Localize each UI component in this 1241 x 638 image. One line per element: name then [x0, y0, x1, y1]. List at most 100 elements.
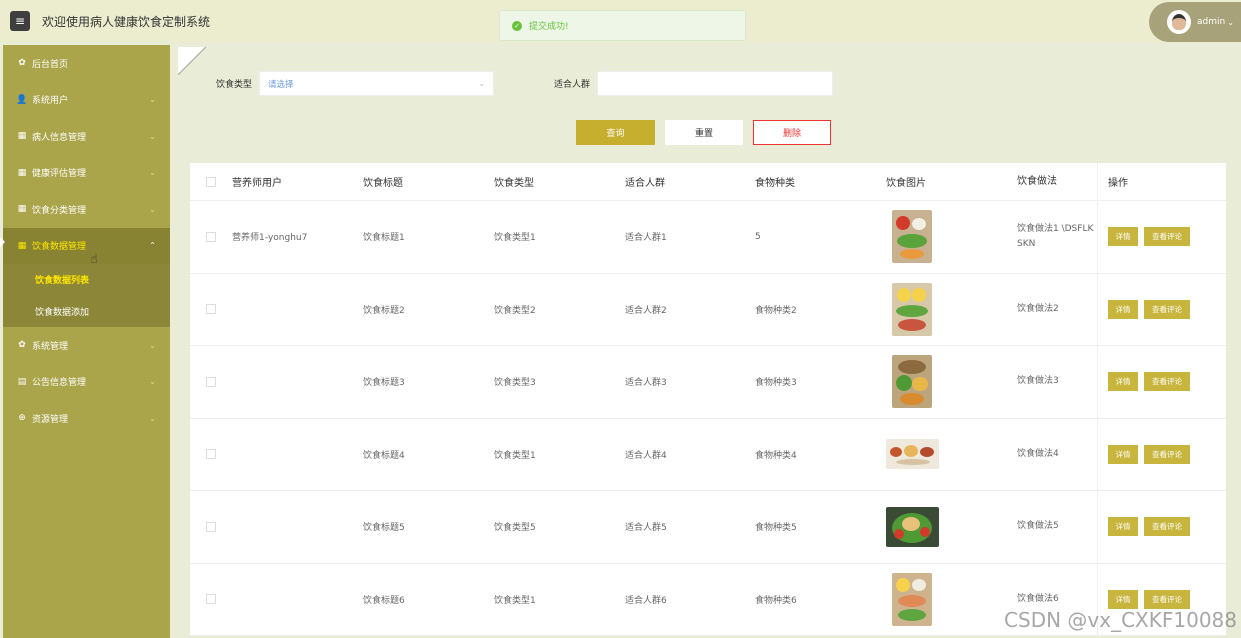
home-icon: ✿ — [18, 58, 26, 69]
table-row: 饮食标题5 饮食类型5 适合人群5 食物种类5 饮食做法5 详情 查看评论 — [190, 491, 1226, 564]
cell-kind: 食物种类2 — [755, 305, 797, 316]
chevron-down-icon: ⌄ — [149, 131, 156, 141]
delete-button[interactable]: 删除 — [753, 120, 831, 145]
column-header: 操作 — [1097, 163, 1227, 200]
detail-button[interactable]: 详情 — [1108, 299, 1138, 319]
sidebar-item-diet-data[interactable]: ▦ 饮食数据管理 ⌃ — [0, 227, 170, 264]
gear-icon: ✿ — [18, 340, 26, 351]
cell-user: 营养师1-yonghu7 — [232, 233, 308, 244]
crowd-input[interactable] — [597, 71, 834, 96]
diet-type-select[interactable]: 请选择 ⌄ — [259, 71, 495, 96]
sidebar-submenu: 饮食数据列表 饮食数据添加 — [3, 264, 170, 327]
row-checkbox[interactable] — [206, 376, 216, 387]
sidebar-item-system-management[interactable]: ✿ 系统管理 ⌄ — [3, 327, 170, 364]
detail-button[interactable]: 详情 — [1108, 444, 1138, 464]
sidebar-item-label: 饮食分类管理 — [32, 205, 87, 216]
sidebar-item-system-users[interactable]: 👤 系统用户 ⌄ — [3, 82, 170, 119]
cell-crowd: 适合人群1 — [625, 233, 667, 244]
cell-crowd: 适合人群6 — [625, 595, 667, 606]
sidebar-item-label: 健康评估管理 — [32, 169, 87, 180]
cell-kind: 食物种类3 — [755, 378, 797, 389]
sidebar: ✿ 后台首页 👤 系统用户 ⌄ ▦ 病人信息管理 ⌄ ▦ 健康评估管理 ⌄ ▦ … — [0, 45, 170, 638]
cell-kind: 食物种类6 — [755, 595, 797, 606]
view-reviews-button[interactable]: 查看评论 — [1144, 372, 1190, 392]
grid-icon: ▦ — [17, 167, 27, 178]
row-checkbox[interactable] — [206, 231, 216, 242]
chevron-down-icon: ⌄ — [149, 340, 156, 350]
salad-bowl-icon[interactable] — [886, 506, 939, 547]
detail-button[interactable]: 详情 — [1108, 372, 1138, 392]
action-buttons: 查询 重置 删除 — [576, 120, 841, 145]
view-reviews-button[interactable]: 查看评论 — [1144, 589, 1190, 609]
sidebar-item-announcements[interactable]: ▤ 公告信息管理 ⌄ — [3, 364, 170, 401]
cell-crowd: 适合人群4 — [625, 450, 667, 461]
row-checkbox[interactable] — [206, 521, 216, 532]
cell-title: 饮食标题3 — [363, 378, 405, 389]
watermark: CSDN @vx_CXKF10088 — [1004, 608, 1237, 632]
meal-box-icon[interactable] — [892, 355, 932, 409]
plus-circle-icon: ⊕ — [18, 413, 26, 424]
detail-button[interactable]: 详情 — [1108, 589, 1138, 609]
cell-method: 饮食做法1 \DSFLKSKN — [1017, 223, 1094, 249]
cell-crowd: 适合人群2 — [625, 305, 667, 316]
sidebar-subitem-diet-list[interactable]: 饮食数据列表 — [3, 264, 170, 296]
sidebar-item-label: 系统管理 — [32, 341, 69, 352]
row-checkbox[interactable] — [206, 449, 216, 460]
cell-type: 饮食类型1 — [494, 595, 536, 606]
app-title: 欢迎使用病人健康饮食定制系统 — [42, 14, 211, 29]
chevron-down-icon: ⌄ — [1227, 17, 1234, 27]
column-header: 饮食做法 — [1017, 176, 1057, 187]
sidebar-item-label: 资源管理 — [32, 414, 69, 425]
diet-type-label: 饮食类型 — [216, 80, 253, 90]
meal-box-icon[interactable] — [892, 572, 932, 626]
sidebar-item-health-assessment[interactable]: ▦ 健康评估管理 ⌄ — [3, 155, 170, 192]
cell-method: 饮食做法4 — [1017, 448, 1059, 459]
table-row: 饮食标题3 饮食类型3 适合人群3 食物种类3 饮食做法3 详情 查看评论 — [190, 346, 1226, 419]
meal-box-icon[interactable] — [892, 282, 932, 336]
row-checkbox[interactable] — [206, 304, 216, 315]
diet-data-table: 营养师用户 饮食标题 饮食类型 适合人群 食物种类 饮食图片 饮食做法 操作 营… — [190, 163, 1226, 636]
user-menu[interactable]: admin ⌄ — [1149, 2, 1241, 42]
cell-crowd: 适合人群5 — [625, 523, 667, 534]
sidebar-item-diet-category[interactable]: ▦ 饮食分类管理 ⌄ — [3, 191, 170, 228]
menu-icon[interactable]: ≡ — [10, 11, 30, 31]
chevron-down-icon: ⌄ — [149, 413, 156, 423]
cell-method: 饮食做法3 — [1017, 376, 1059, 387]
view-reviews-button[interactable]: 查看评论 — [1144, 227, 1190, 247]
query-button[interactable]: 查询 — [576, 120, 655, 145]
sidebar-item-label: 病人信息管理 — [32, 132, 87, 143]
detail-button[interactable]: 详情 — [1108, 517, 1138, 537]
table-row: 饮食标题2 饮食类型2 适合人群2 食物种类2 饮食做法2 详情 查看评论 — [190, 273, 1226, 346]
table-row: 饮食标题4 饮食类型1 适合人群4 食物种类4 饮食做法4 详情 查看评论 — [190, 418, 1226, 491]
username: admin — [1197, 17, 1226, 27]
chevron-down-icon: ⌄ — [149, 204, 156, 214]
meal-tray-icon[interactable] — [886, 439, 939, 470]
sidebar-subitem-diet-add[interactable]: 饮食数据添加 — [3, 296, 170, 328]
sidebar-item-home[interactable]: ✿ 后台首页 — [3, 45, 170, 82]
cell-kind: 食物种类4 — [755, 450, 797, 461]
detail-button[interactable]: 详情 — [1108, 227, 1138, 247]
sidebar-item-resources[interactable]: ⊕ 资源管理 ⌄ — [3, 400, 170, 437]
cell-method: 饮食做法2 — [1017, 303, 1059, 314]
cell-type: 饮食类型1 — [494, 233, 536, 244]
reset-button[interactable]: 重置 — [665, 120, 743, 145]
column-header: 食物种类 — [755, 178, 795, 189]
success-toast: ✓ 提交成功! — [499, 10, 746, 41]
crowd-label: 适合人群 — [554, 80, 591, 90]
select-all-checkbox[interactable] — [206, 176, 216, 187]
sidebar-item-patient-info[interactable]: ▦ 病人信息管理 ⌄ — [3, 118, 170, 155]
grid-icon: ▦ — [17, 240, 27, 251]
view-reviews-button[interactable]: 查看评论 — [1144, 517, 1190, 537]
table-row: 营养师1-yonghu7 饮食标题1 饮食类型1 适合人群1 5 饮食做法1 \… — [190, 201, 1226, 274]
view-reviews-button[interactable]: 查看评论 — [1144, 444, 1190, 464]
cell-type: 饮食类型3 — [494, 378, 536, 389]
meal-box-icon[interactable] — [892, 210, 932, 264]
sidebar-item-label: 公告信息管理 — [32, 378, 87, 389]
grid-icon: ▦ — [17, 204, 27, 215]
cell-method: 饮食做法6 — [1017, 593, 1059, 604]
view-reviews-button[interactable]: 查看评论 — [1144, 299, 1190, 319]
row-checkbox[interactable] — [206, 594, 216, 605]
hand-cursor-icon: ☝ — [90, 252, 98, 267]
cell-title: 饮食标题6 — [363, 595, 405, 606]
cell-type: 饮食类型1 — [494, 450, 536, 461]
